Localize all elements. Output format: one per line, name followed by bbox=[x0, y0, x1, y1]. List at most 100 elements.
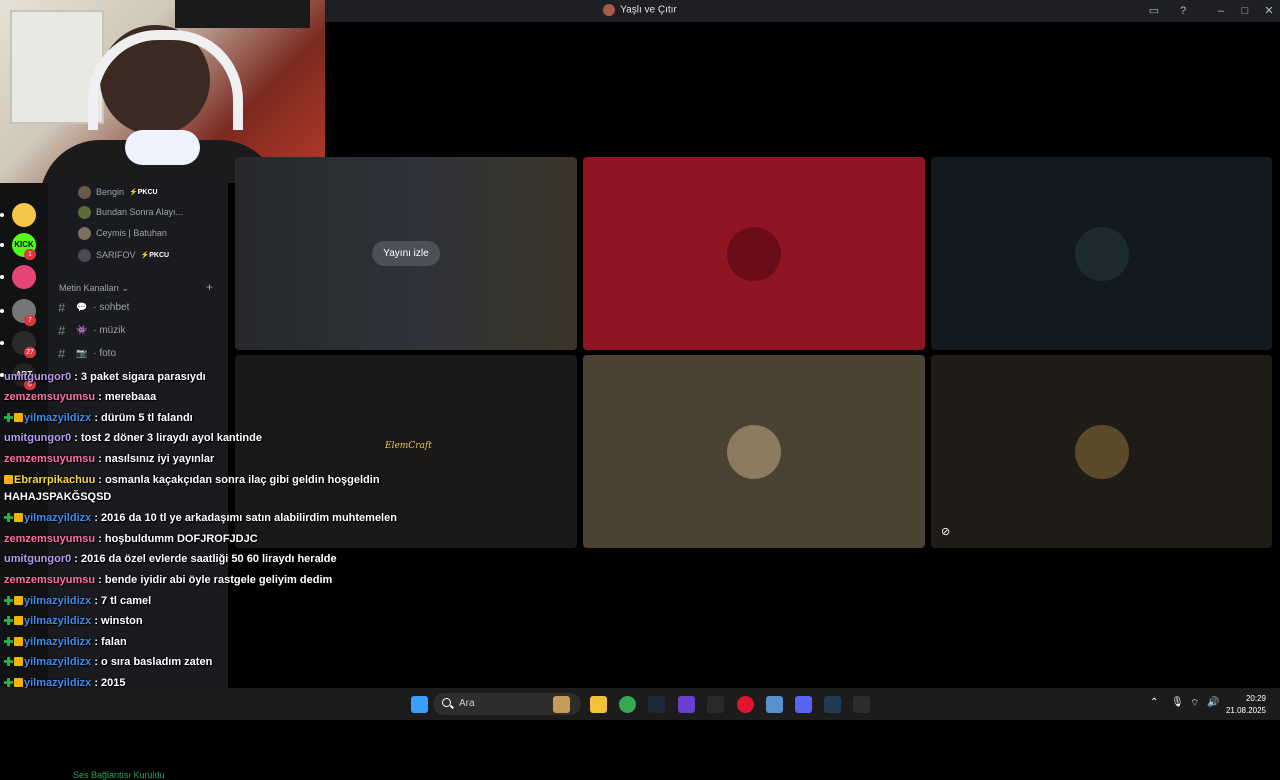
member-name: Bengin bbox=[96, 187, 125, 197]
chat-text: : dürüm 5 tl falandı bbox=[91, 412, 193, 424]
crown-badge-icon bbox=[14, 678, 23, 687]
chat-username: umitgungor0 bbox=[4, 553, 72, 565]
server-unread-pill bbox=[0, 213, 4, 217]
video-tile-dark-user[interactable] bbox=[931, 157, 1272, 350]
channel-name: · foto bbox=[93, 347, 117, 359]
chat-message: yilmazyildizx : 2016 da 10 tl ye arkadaş… bbox=[4, 512, 397, 524]
chrome-icon[interactable] bbox=[619, 696, 636, 713]
chat-username: zemzemsuyumsu bbox=[4, 453, 96, 465]
chat-username: umitgungor0 bbox=[4, 371, 72, 383]
text-channels-header[interactable]: Metin Kanalları ⌄ bbox=[59, 283, 129, 294]
member-name: Bundan Sonra Alayı... bbox=[96, 207, 184, 217]
inbox-icon[interactable]: ▭ bbox=[1146, 3, 1162, 19]
tile-logo-text: ElemCraft bbox=[385, 441, 432, 451]
crown-badge-icon bbox=[14, 413, 23, 422]
webcam-background-picture bbox=[175, 0, 310, 28]
chat-text: HAHAJSPAKĞSQSD bbox=[4, 491, 112, 503]
voice-member[interactable]: Ceymis | Batuhan bbox=[78, 224, 167, 242]
server-mention-badge: 7 bbox=[24, 315, 36, 326]
help-icon[interactable]: ? bbox=[1175, 3, 1191, 19]
subscriber-badge-icon bbox=[4, 637, 13, 646]
chat-message: Ebrarrpikachuu : osmanla kaçakçıdan sonr… bbox=[4, 474, 380, 486]
opera-icon[interactable] bbox=[737, 696, 754, 713]
member-avatar bbox=[78, 185, 91, 199]
chat-username: yilmazyildizx bbox=[24, 412, 92, 424]
chat-text: : 7 tl camel bbox=[91, 595, 152, 607]
discord-icon[interactable] bbox=[795, 696, 812, 713]
purple-app-icon[interactable] bbox=[678, 696, 695, 713]
server-unread-pill bbox=[0, 243, 4, 247]
chat-username: yilmazyildizx bbox=[24, 595, 92, 607]
channel-emoji-icon: 👾 bbox=[76, 324, 88, 335]
chat-text: : bende iyidir abi öyle rastgele geliyim… bbox=[95, 574, 333, 586]
chat-message: zemzemsuyumsu : nasılsınız iyi yayınlar bbox=[4, 453, 214, 465]
watch-stream-button[interactable]: Yayını izle bbox=[372, 241, 440, 266]
chat-message: HAHAJSPAKĞSQSD bbox=[4, 491, 111, 503]
member-avatar bbox=[78, 226, 91, 240]
maximize-button[interactable]: □ bbox=[1237, 3, 1253, 19]
clock-time: 20:29 bbox=[1245, 694, 1266, 703]
subscriber-badge-icon bbox=[4, 513, 13, 522]
video-tile-king-user[interactable]: ⊘ bbox=[931, 355, 1272, 548]
voice-member[interactable]: SARIFOV ⚡PKCU bbox=[78, 246, 169, 264]
server-icon-mascot-server[interactable] bbox=[12, 203, 36, 227]
text-channel-müzik[interactable]: # 👾 · müzik bbox=[58, 321, 125, 339]
microphone-tray-icon[interactable]: 🎙 bbox=[1171, 697, 1184, 708]
clock[interactable]: 20:29 21.08.2025 bbox=[1226, 693, 1266, 717]
video-tile-red-user[interactable] bbox=[583, 157, 925, 350]
chat-message: umitgungor0 : 3 paket sigara parasıydı bbox=[4, 371, 206, 383]
chat-message: zemzemsuyumsu : hoşbuldumm DOFJROFJDJC bbox=[4, 533, 258, 545]
text-channel-sohbet[interactable]: # 💬 · sohbet bbox=[58, 298, 129, 316]
windows-start-icon[interactable] bbox=[411, 696, 428, 713]
obs-icon[interactable] bbox=[853, 696, 870, 713]
user-avatar bbox=[1074, 424, 1129, 479]
member-tag: ⚡PKCU bbox=[129, 189, 158, 196]
voice-connection-status: Ses Bağlantısı Kuruldu bbox=[73, 770, 165, 780]
file-explorer-icon[interactable] bbox=[590, 696, 607, 713]
voice-member[interactable]: Bengin ⚡PKCU bbox=[78, 183, 158, 201]
settings-app-icon[interactable] bbox=[766, 696, 783, 713]
epic-games-icon[interactable] bbox=[707, 696, 724, 713]
voice-member[interactable]: Bundan Sonra Alayı... bbox=[78, 203, 183, 221]
chat-username: zemzemsuyumsu bbox=[4, 533, 96, 545]
channel-name: · sohbet bbox=[93, 301, 130, 313]
crown-badge-icon bbox=[14, 657, 23, 666]
minimize-button[interactable]: – bbox=[1213, 3, 1229, 19]
add-channel-icon[interactable]: + bbox=[206, 280, 213, 294]
channel-name: · müzik bbox=[93, 324, 126, 336]
search-icon bbox=[442, 698, 451, 707]
muted-icon: ⊘ bbox=[941, 526, 951, 538]
volume-icon[interactable]: 🔊 bbox=[1207, 697, 1219, 708]
webcam-overlay bbox=[0, 0, 325, 183]
chat-username: umitgungor0 bbox=[4, 432, 72, 444]
server-icon-pink-server[interactable] bbox=[12, 265, 36, 289]
server-unread-pill bbox=[0, 309, 4, 313]
steam-icon[interactable] bbox=[648, 696, 665, 713]
chat-text: : tost 2 döner 3 liraydı ayol kantinde bbox=[71, 432, 262, 444]
steam2-icon[interactable] bbox=[824, 696, 841, 713]
server-unread-pill bbox=[0, 341, 4, 345]
tray-chevron-icon[interactable]: ⌃ bbox=[1150, 697, 1158, 708]
microphone-icon bbox=[125, 130, 200, 165]
chat-text: : falan bbox=[91, 636, 127, 648]
chat-username: yilmazyildizx bbox=[24, 615, 92, 627]
server-avatar-icon bbox=[603, 4, 616, 16]
search-decoration-icon[interactable] bbox=[553, 696, 570, 713]
chat-username: yilmazyildizx bbox=[24, 512, 92, 524]
chat-text: : o sıra basladım zaten bbox=[91, 656, 213, 668]
close-button[interactable]: ✕ bbox=[1261, 3, 1277, 19]
crown-badge-icon bbox=[14, 513, 23, 522]
wifi-icon[interactable]: ⌔ bbox=[1190, 697, 1199, 710]
video-tile-brown-user[interactable] bbox=[583, 355, 925, 548]
member-name: SARIFOV bbox=[96, 250, 136, 260]
server-mention-badge: 27 bbox=[24, 347, 36, 358]
chat-message: yilmazyildizx : 7 tl camel bbox=[4, 595, 151, 607]
chat-message: yilmazyildizx : winston bbox=[4, 615, 143, 627]
hash-icon: # bbox=[58, 322, 66, 338]
window-title-text: Yaşlı ve Çıtır bbox=[620, 4, 677, 16]
chat-text: : osmanla kaçakçıdan sonra ilaç gibi gel… bbox=[95, 474, 380, 486]
clock-date: 21.08.2025 bbox=[1225, 706, 1266, 715]
text-channel-foto[interactable]: # 📷 · foto bbox=[58, 344, 116, 362]
crown-badge-icon bbox=[14, 596, 23, 605]
chat-text: : 3 paket sigara parasıydı bbox=[71, 371, 206, 383]
